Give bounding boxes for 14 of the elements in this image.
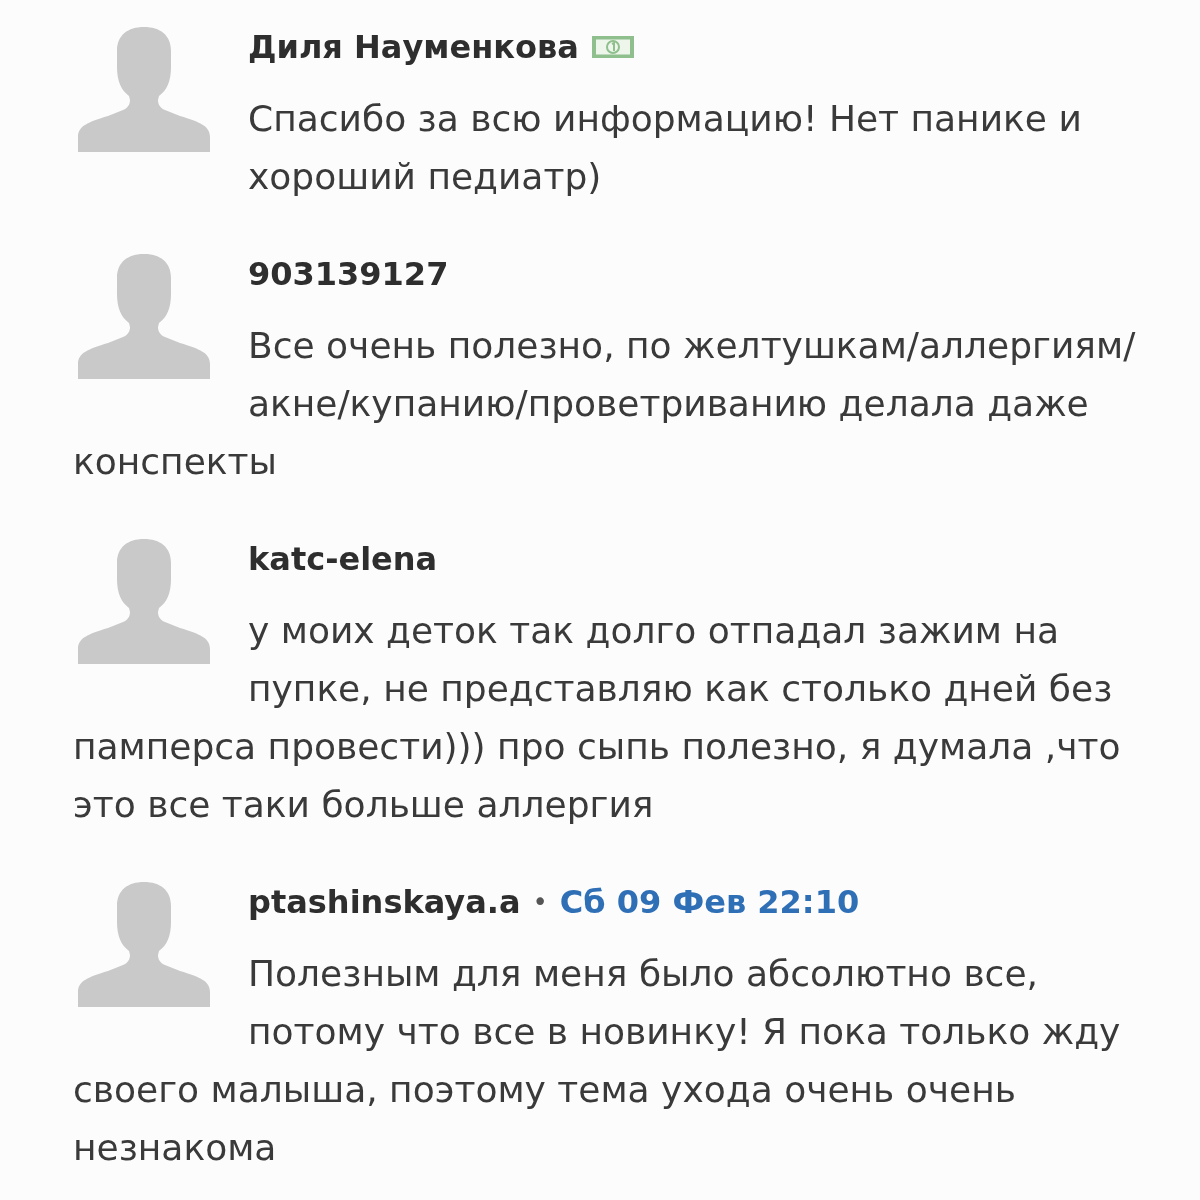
comment-date-link[interactable]: Сб 09 Фев 22:10 — [559, 882, 860, 922]
author-name[interactable]: katc-elena — [248, 539, 438, 579]
avatar-icon — [78, 539, 210, 664]
author-name[interactable]: 903139127 — [248, 254, 449, 294]
avatar-icon — [78, 254, 210, 379]
comment-text: Спасибо за всю информацию! Нет панике и хороший педиатр) — [247, 97, 1083, 199]
comment-text: Полезным для меня было абсолютно все, потому что все в новинку! Я пока только жду своего малыша, поэтому тема ухода очень очень незнакома — [73, 952, 1122, 1170]
author-name[interactable]: Диля Науменкова — [248, 27, 579, 67]
separator: • — [532, 886, 548, 919]
avatar-icon — [78, 882, 210, 1007]
comment-text: Все очень полезно, по желтушкам/аллергиям/акне/купанию/проветриванию делала даже конспекты — [73, 324, 1137, 484]
author-name[interactable]: ptashinskaya.a — [248, 882, 521, 922]
avatar-icon — [78, 27, 210, 152]
comment-text: у моих деток так долго отпадал зажим на пупке, не представляю как столько дней без памперса провести))) про сыпь полезно, я думала ,что это все таки больше аллергия — [73, 609, 1122, 827]
